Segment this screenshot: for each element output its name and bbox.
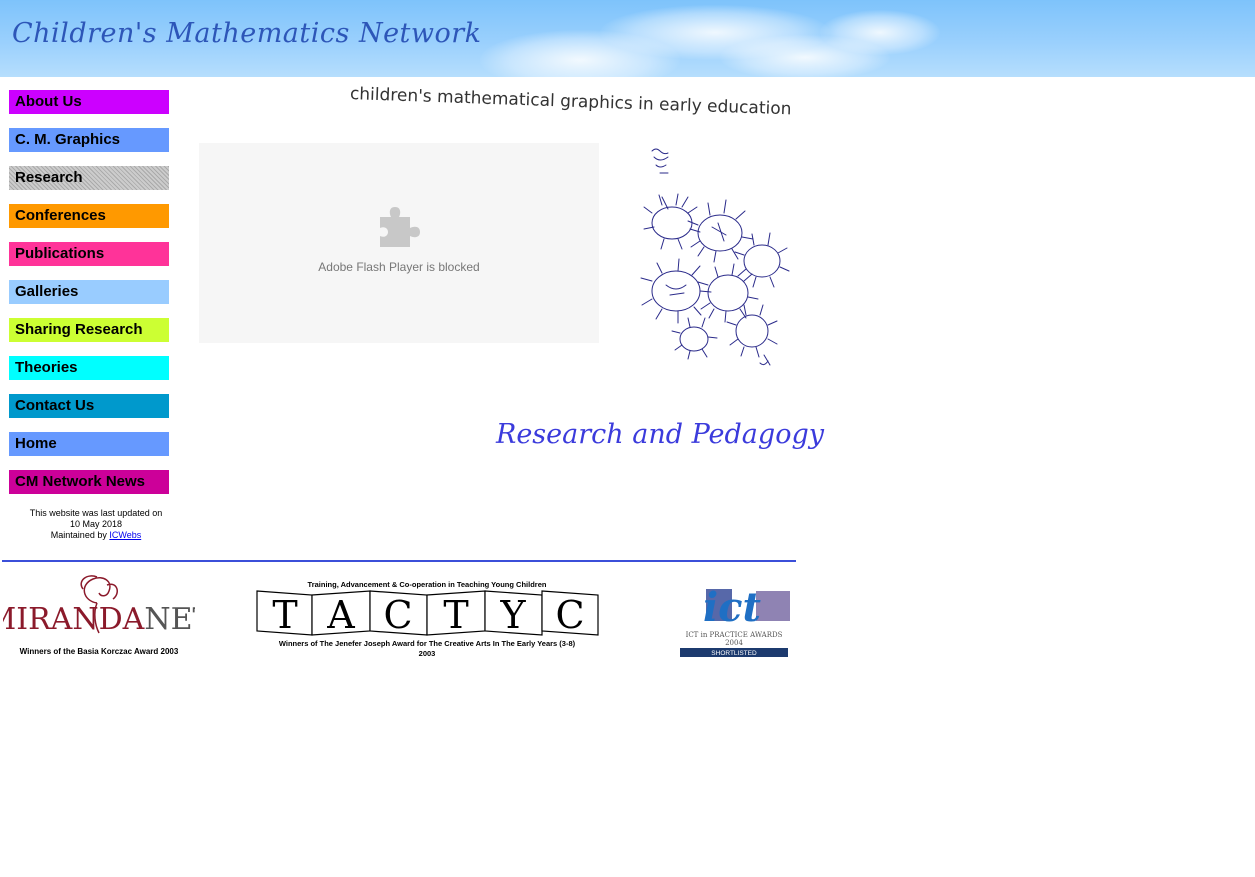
tactyc-tagline: Training, Advancement & Co-operation in … xyxy=(308,580,547,589)
section-heading: Research and Pedagogy xyxy=(496,419,824,450)
nav-home[interactable]: Home xyxy=(9,432,169,456)
nav-galleries[interactable]: Galleries xyxy=(9,280,169,304)
tactyc-letter: C xyxy=(383,593,412,637)
mirandanet-caption: Winners of the Basia Korczac Award 2003 xyxy=(20,647,179,656)
nav-sharing-research[interactable]: Sharing Research xyxy=(9,318,169,342)
nav-theories[interactable]: Theories xyxy=(9,356,169,380)
divider xyxy=(2,560,796,562)
ict-logo-graphic: ict ICT in PRACTICE AWARDS 2004 SHORTLIS… xyxy=(680,584,792,657)
nav-conferences[interactable]: Conferences xyxy=(9,204,169,228)
maintained-by: Maintained by ICWebs xyxy=(9,530,183,541)
ict-shortlisted-badge: SHORTLISTED xyxy=(711,650,757,657)
sidebar-nav: About Us C. M. Graphics Research Confere… xyxy=(9,90,169,508)
nav-about-us[interactable]: About Us xyxy=(9,90,169,114)
nav-research[interactable]: Research xyxy=(9,166,169,190)
tactyc-caption: Winners of The Jenefer Joseph Award for … xyxy=(279,639,576,648)
site-header: Children's Mathematics Network xyxy=(0,0,1255,77)
cloud-decoration xyxy=(820,10,940,55)
tactyc-award-logo[interactable]: Training, Advancement & Co-operation in … xyxy=(255,578,600,660)
rose-logo-icon: MIRANDANET Winners of the Basia Korczac … xyxy=(0,575,212,656)
last-updated-note: This website was last updated on 10 May … xyxy=(9,508,183,541)
maintained-by-label: Maintained by xyxy=(50,530,107,540)
mirandanet-award-logo[interactable]: MIRANDANET Winners of the Basia Korczac … xyxy=(0,575,212,659)
maintainer-link[interactable]: ICWebs xyxy=(109,530,141,540)
last-updated-date: 10 May 2018 xyxy=(69,519,123,529)
site-title: Children's Mathematics Network xyxy=(12,18,482,49)
tactyc-letter: C xyxy=(555,593,584,637)
nav-publications[interactable]: Publications xyxy=(9,242,169,266)
puzzle-piece-icon xyxy=(380,207,420,247)
ict-award-title: ICT in PRACTICE AWARDS xyxy=(686,631,783,639)
tactyc-letter: T xyxy=(443,593,468,637)
ict-wordmark: ict xyxy=(703,584,762,631)
tagline: children's mathematical graphics in earl… xyxy=(349,84,792,120)
ict-award-year: 2004 xyxy=(725,639,743,647)
nav-contact-us[interactable]: Contact Us xyxy=(9,394,169,418)
flash-plugin-placeholder[interactable]: Adobe Flash Player is blocked xyxy=(199,143,599,343)
nav-cm-graphics[interactable]: C. M. Graphics xyxy=(9,128,169,152)
tactyc-year: 2003 xyxy=(419,649,436,658)
last-updated-text: This website was last updated on xyxy=(29,508,163,518)
child-drawing-image xyxy=(640,148,790,366)
tactyc-logo-graphic: Training, Advancement & Co-operation in … xyxy=(256,580,599,658)
flash-blocked-message: Adobe Flash Player is blocked xyxy=(318,260,480,274)
mirandanet-wordmark: MIRANDANET xyxy=(3,602,195,637)
tactyc-letter: T xyxy=(272,593,297,637)
nav-cm-network-news[interactable]: CM Network News xyxy=(9,470,169,494)
tactyc-letter: Y xyxy=(499,593,526,637)
tactyc-letter: A xyxy=(326,593,355,637)
ict-in-practice-award-logo[interactable]: ict ICT in PRACTICE AWARDS 2004 SHORTLIS… xyxy=(676,575,794,659)
